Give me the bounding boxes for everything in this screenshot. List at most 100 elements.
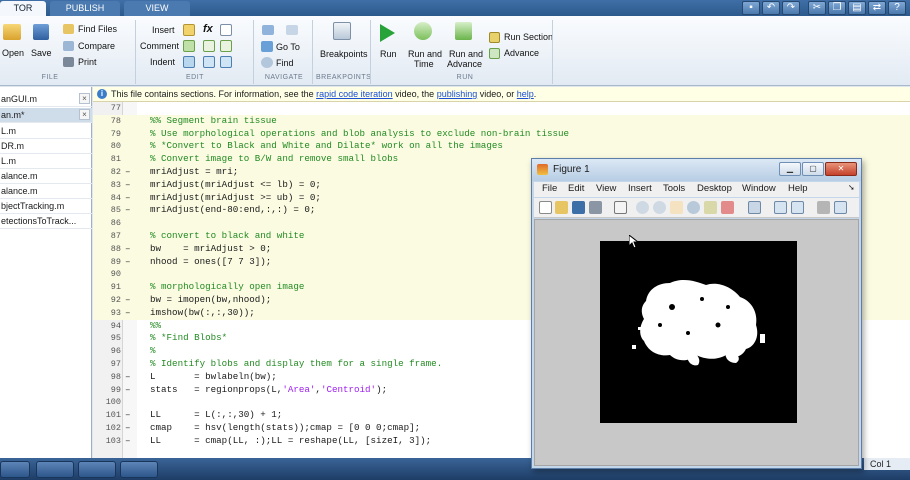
new-figure-icon[interactable] [539,201,552,214]
save-button[interactable]: Save [31,48,52,58]
publishing-link[interactable]: publishing [437,89,478,99]
open-button[interactable]: Open [2,48,24,58]
find-files-button[interactable]: Find Files [78,24,117,34]
insert-button[interactable]: Insert [152,25,175,35]
breakpoint-marker[interactable]: – [125,166,133,179]
back-arrow-icon[interactable] [262,25,274,35]
breakpoint-marker[interactable]: – [125,243,133,256]
run-and-advance-button[interactable]: Run and [449,49,483,59]
decrease-indent-icon[interactable] [220,56,232,68]
figure-canvas[interactable] [534,219,859,466]
insert-more-icon[interactable] [220,24,232,36]
figure-window[interactable]: Figure 1 ▁ ▢ ✕ File Edit View Insert Too… [531,158,862,469]
menu-dock-arrow-icon[interactable]: ➘ [848,183,855,192]
image-axes[interactable] [600,241,797,423]
breakpoint-marker[interactable]: – [125,307,133,320]
tab-publish[interactable]: PUBLISH [50,1,120,16]
file-tab-item[interactable]: alance.m [0,169,92,184]
wrap-comments-icon[interactable] [220,40,232,52]
maximize-icon[interactable]: ▢ [802,162,824,176]
save-figure-icon[interactable] [572,201,585,214]
quick-access-save-icon[interactable]: ▪ [742,1,760,15]
tab-editor[interactable]: TOR [0,1,46,16]
menu-insert[interactable]: Insert [628,183,652,194]
indent-button[interactable]: Indent [150,57,175,67]
comment-button[interactable]: Comment [140,41,179,51]
open-folder-icon[interactable] [3,24,21,40]
find-button[interactable]: Find [276,58,294,68]
code-line[interactable]: 78 %% Segment brain tissue [93,114,910,128]
quick-access-paste-icon[interactable]: ▤ [848,1,866,15]
edit-plot-icon[interactable] [614,201,627,214]
code-line[interactable]: 80 % *Convert to Black and White and Dila… [93,140,910,154]
file-tab-item[interactable]: L.m [0,154,92,169]
minimize-icon[interactable]: ▁ [779,162,801,176]
advance-button[interactable]: Advance [504,48,539,58]
breakpoints-icon[interactable] [333,22,351,40]
zoom-out-icon[interactable] [653,201,666,214]
rapid-code-iteration-link[interactable]: rapid code iteration [316,89,393,99]
run-and-advance-icon[interactable] [455,22,472,40]
breakpoint-marker[interactable]: – [125,192,133,205]
menu-window[interactable]: Window [742,183,776,194]
close-icon[interactable]: × [79,93,90,104]
taskbar-app-icon[interactable] [78,461,116,478]
quick-access-cut-icon[interactable]: ✂ [808,1,826,15]
save-disk-icon[interactable] [33,24,49,40]
quick-access-undo-icon[interactable]: ↶ [762,1,780,15]
start-button[interactable] [0,461,30,478]
breakpoint-marker[interactable]: – [125,435,133,448]
file-tab-item[interactable]: etectionsToTrack... [0,214,92,229]
file-tab-item[interactable]: bjectTracking.m [0,199,92,214]
close-icon[interactable]: ✕ [825,162,857,176]
link-plot-icon[interactable] [748,201,761,214]
breakpoint-marker[interactable]: – [125,371,133,384]
breakpoint-marker[interactable]: – [125,179,133,192]
tab-view[interactable]: VIEW [124,1,190,16]
pan-icon[interactable] [670,201,683,214]
run-button[interactable]: Run [380,49,397,59]
breakpoint-marker[interactable]: – [125,422,133,435]
hide-plot-tools-icon[interactable] [817,201,830,214]
open-file-icon[interactable] [555,201,568,214]
insert-colorbar-icon[interactable] [774,201,787,214]
increase-indent-icon[interactable] [203,56,215,68]
file-tab-item[interactable]: L.m [0,124,92,139]
menu-edit[interactable]: Edit [568,183,584,194]
fx-icon[interactable]: fx [203,23,213,35]
figure-title-bar[interactable]: Figure 1 ▁ ▢ ✕ [532,159,861,181]
data-cursor-icon[interactable] [704,201,717,214]
breakpoint-marker[interactable]: – [125,294,133,307]
help-link[interactable]: help [517,89,534,99]
run-section-button[interactable]: Run Section [504,32,553,42]
file-tab-item[interactable]: alance.m [0,184,92,199]
uncomment-icon[interactable] [203,40,215,52]
menu-desktop[interactable]: Desktop [697,183,732,194]
breakpoint-marker[interactable]: – [125,384,133,397]
close-icon[interactable]: × [79,109,90,120]
file-tab-item[interactable]: DR.m [0,139,92,154]
code-line[interactable]: 79 % Use morphological operations and blo… [93,127,910,141]
print-button[interactable]: Print [78,57,97,67]
breakpoint-marker[interactable]: – [125,409,133,422]
print-figure-icon[interactable] [589,201,602,214]
run-play-icon[interactable] [380,24,395,42]
code-line[interactable]: 77 [93,102,910,115]
comment-icon[interactable] [183,40,195,52]
rotate-3d-icon[interactable] [687,201,700,214]
show-plot-tools-icon[interactable] [834,201,847,214]
forward-arrow-icon[interactable] [286,25,298,35]
quick-access-redo-icon[interactable]: ↷ [782,1,800,15]
file-tab-item-active[interactable]: an.m* × [0,108,92,123]
breakpoints-button[interactable]: Breakpoints [320,49,368,59]
compare-button[interactable]: Compare [78,41,115,51]
breakpoint-marker[interactable]: – [125,204,133,217]
menu-file[interactable]: File [542,183,557,194]
insert-legend-icon[interactable] [791,201,804,214]
run-and-time-button[interactable]: Run and [408,49,442,59]
quick-access-help-icon[interactable]: ? [888,1,906,15]
quick-access-switch-icon[interactable]: ⇄ [868,1,886,15]
quick-access-copy-icon[interactable]: ❐ [828,1,846,15]
smart-indent-icon[interactable] [183,56,195,68]
zoom-in-icon[interactable] [636,201,649,214]
